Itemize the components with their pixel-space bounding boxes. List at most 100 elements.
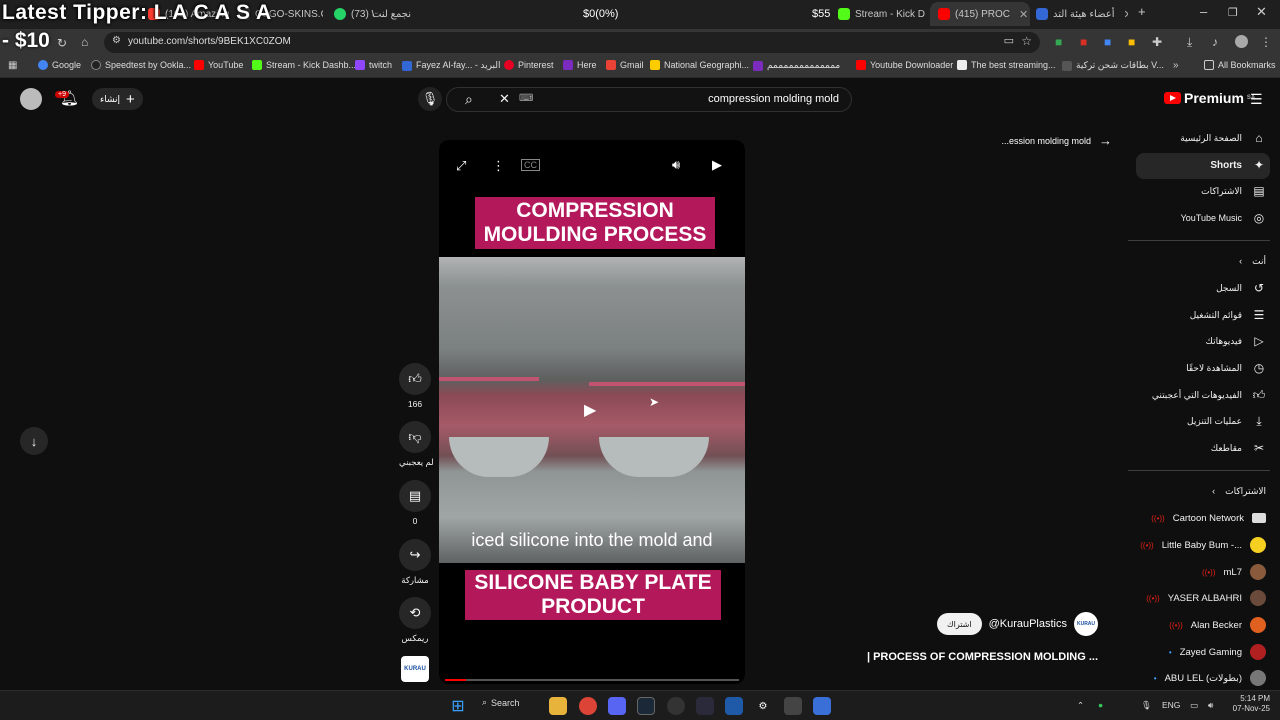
sidebar-item-watch-later[interactable]: المشاهدة لاحقًا ◷ [1186,357,1266,379]
fullscreen-icon[interactable]: ⤢ [456,158,466,174]
restore-icon[interactable]: ❐ [1228,6,1238,19]
tab-3[interactable]: نجمع لنت [372,2,422,26]
video-progress-bar[interactable] [445,679,739,681]
bookmark-cards[interactable]: بطاقات شحن تركية V... [1062,60,1164,71]
extensions-puzzle-icon[interactable]: ✚ [1152,36,1162,48]
site-info-icon[interactable]: ⚙ [112,36,121,46]
store-icon[interactable] [784,697,802,715]
play-icon[interactable]: ▶ [712,157,722,173]
sidebar-you-header[interactable]: ‹ أنت [1239,250,1266,272]
app-icon[interactable] [813,697,831,715]
install-app-icon[interactable]: ▭ [1004,36,1014,47]
download-icon[interactable]: ⤓ [1187,36,1192,48]
subscription-item[interactable]: ((•)) Alan Becker [1169,614,1266,636]
obs-icon[interactable] [667,697,685,715]
apps-grid-icon[interactable]: ▦ [8,61,17,71]
tab-5[interactable]: $55 [812,2,838,26]
sidebar-item-liked[interactable]: الفيديوهات التي أعجبتني 👍︎ [1152,384,1266,406]
short-title[interactable]: | PROCESS OF COMPRESSION MOLDING ... [867,651,1098,663]
like-button[interactable]: 👍︎ 166 [399,363,431,409]
all-bookmarks[interactable]: All Bookmarks [1204,60,1276,70]
guide-menu-icon[interactable]: ☰ [1250,91,1263,108]
volume-icon[interactable]: 🔊︎ [672,157,680,173]
tray-status-icon[interactable]: ● [1098,700,1103,710]
windows-start-icon[interactable]: ⊞ [449,697,467,715]
bookmark-gmail[interactable]: Gmail [606,60,644,70]
media-icon[interactable]: ♪ [1212,36,1218,48]
subscribe-button[interactable]: اشتراك [937,613,982,635]
sidebar-item-clips[interactable]: مقاطعك ✂ [1211,437,1266,459]
more-options-icon[interactable]: ⋮ [492,158,505,174]
sidebar-item-your-videos[interactable]: فيديوهاتك ▷ [1206,330,1266,352]
search-query[interactable]: compression molding mold [708,93,839,105]
youtube-premium-logo[interactable]: Premium SA [1164,90,1255,106]
channel-thumbnail[interactable]: KURAU [399,656,431,682]
omnibox[interactable]: ⚙ youtube.com/shorts/9BEK1XC0ZOM ▭ ☆ [104,32,1040,53]
center-play-icon[interactable]: ▶ [584,400,596,420]
sidebar-item-subscriptions[interactable]: الاشتراكات ▤ [1201,180,1266,202]
remix-button[interactable]: ⟲ ريمكس [399,597,431,644]
voice-search-icon[interactable]: 🎙︎ [418,87,442,111]
bookmark-speedtest[interactable]: Speedtest by Ookla... [91,60,191,70]
subscription-item[interactable]: • Zayed Gaming [1169,641,1266,663]
bookmark-kick[interactable]: Stream - Kick Dashb... [252,60,356,70]
bookmark-pinterest[interactable]: Pinterest [504,60,554,70]
language-indicator[interactable]: ENG [1162,700,1180,710]
subscription-item[interactable]: ((•)) mL7 [1202,561,1266,583]
bookmark-star-icon[interactable]: ☆ [1021,35,1032,47]
app-icon[interactable] [696,697,714,715]
close-window-icon[interactable]: ✕ [1256,4,1267,20]
clear-search-icon[interactable]: ✕ [499,91,510,107]
settings-gear-icon[interactable]: ⚙ [754,697,772,715]
discord-icon[interactable] [608,697,626,715]
channel-avatar[interactable]: KURAU [1074,612,1098,636]
tab-2[interactable]: (73) W [334,2,374,26]
minimize-icon[interactable]: – [1200,4,1207,19]
captions-icon[interactable]: CC [521,159,540,171]
bookmark-youtube[interactable]: YouTube [194,60,243,70]
bookmark-natgeo[interactable]: National Geographi... [650,60,749,70]
bookmark-mail[interactable]: Fayez Al-fay... - البريد [402,60,501,71]
tab-4[interactable]: $0(0%) [583,2,633,26]
next-short-button[interactable]: ↓ [20,427,48,455]
subscription-item[interactable]: ((•)) YASER ALBAHRI [1146,587,1266,609]
security-shield-icon[interactable] [725,697,743,715]
subscription-item[interactable]: • ABU LEL (بطولات) [1154,667,1266,689]
close-tab-icon[interactable]: ✕ [1019,8,1028,21]
bookmark-here[interactable]: Here [563,60,597,70]
video-frame[interactable]: ▶ ➤ [439,257,745,563]
channel-handle[interactable]: @KurauPlastics [989,618,1067,630]
bookmark-twitch[interactable]: twitch [355,60,392,70]
home-icon[interactable]: ⌂ [81,36,88,48]
search-input[interactable]: ⌕ ✕ ⌨ compression molding mold [446,87,852,112]
sidebar-item-music[interactable]: YouTube Music ◎ [1181,207,1266,229]
tab-6[interactable]: Stream - Kick D✕ [838,2,930,26]
steam-icon[interactable] [637,697,655,715]
sidebar-item-shorts[interactable]: Shorts ✦ [1210,154,1266,176]
shorts-player[interactable]: ⤢ ⋮ CC 🔊︎ ▶ COMPRESSION MOULDING PROCESS… [439,140,745,684]
dislike-button[interactable]: 👎︎ لم يعجبني [399,421,434,468]
menu-kebab-icon[interactable]: ⋮ [1260,36,1272,48]
sidebar-subs-header[interactable]: ‹ الاشتراكات [1212,480,1266,502]
tray-mic-icon[interactable]: 🎙︎ [1141,700,1152,711]
tab-8[interactable]: أعضاء هيئة التد✕ [1036,2,1128,26]
extension-icon[interactable]: ■ [1104,36,1111,48]
keyboard-icon[interactable]: ⌨ [519,93,533,104]
subscription-item[interactable]: ((•)) Little Baby Bum -... [1140,534,1266,556]
bookmark-yt-downloader[interactable]: Youtube Downloader [856,60,953,70]
extension-icon[interactable]: ■ [1128,36,1135,48]
extension-icon[interactable]: ■ [1055,36,1062,48]
new-tab-icon[interactable]: + [1138,4,1146,19]
file-explorer-icon[interactable] [549,697,567,715]
sidebar-item-playlists[interactable]: قوائم التشغيل ☰ [1190,304,1266,326]
create-button[interactable]: إنشاء + [92,88,143,110]
taskbar-search[interactable]: ⌕ Search [482,697,520,708]
subscription-item[interactable]: ((•)) Cartoon Network [1151,507,1266,529]
network-icon[interactable]: ▭ [1190,700,1198,711]
extension-icon[interactable]: ■ [1080,36,1087,48]
volume-icon[interactable]: 🔊︎ [1208,700,1213,711]
tab-active[interactable]: (415) PROC ✕ [930,2,1030,26]
bookmark-streaming[interactable]: The best streaming... [957,60,1056,70]
sidebar-item-history[interactable]: السجل ↺ [1216,277,1266,299]
account-avatar[interactable] [20,88,42,110]
